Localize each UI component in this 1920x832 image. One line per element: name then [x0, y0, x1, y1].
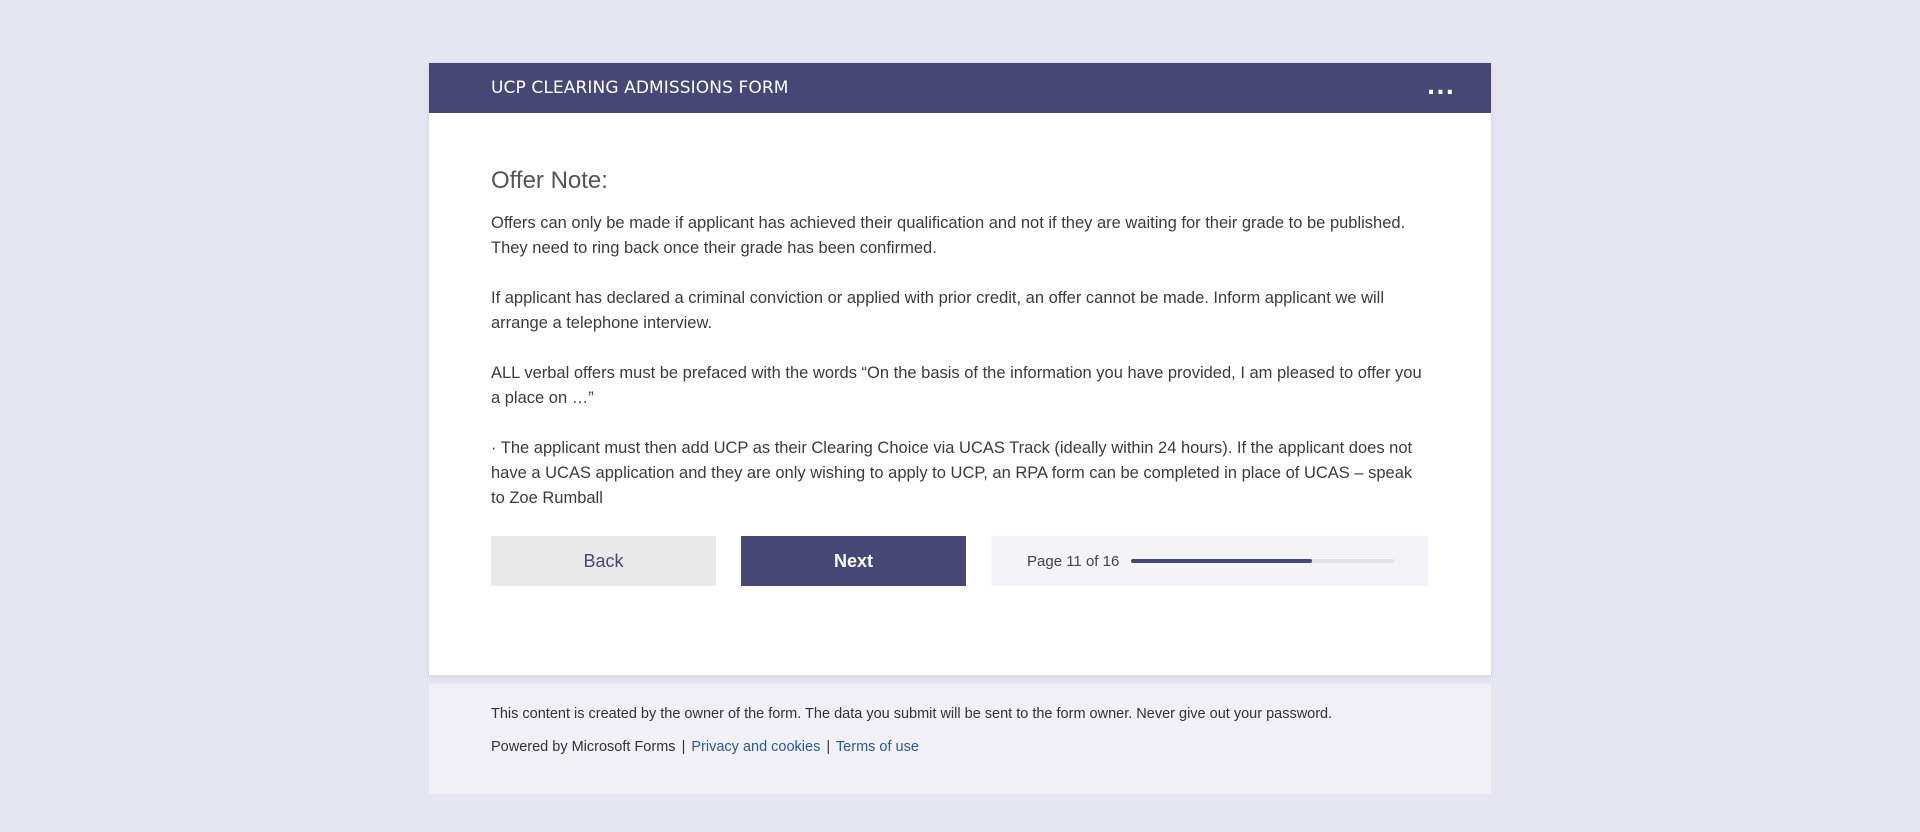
offer-note-paragraph: Offers can only be made if applicant has…	[491, 214, 1406, 257]
form-card: UCP CLEARING ADMISSIONS FORM ... Offer N…	[429, 63, 1491, 675]
footer-separator: |	[681, 739, 686, 755]
footer-notice: This content is created by the owner of …	[491, 706, 1333, 722]
offer-note-paragraph: If applicant has declared a criminal con…	[491, 289, 1384, 332]
form-title: UCP CLEARING ADMISSIONS FORM	[491, 78, 789, 98]
offer-note-paragraph: · The applicant must then add UCP as the…	[491, 439, 1413, 507]
section-title: Offer Note:	[491, 167, 608, 194]
footer-links: Powered by Microsoft Forms | Privacy and…	[491, 739, 1429, 755]
more-options-icon[interactable]: ...	[1427, 77, 1455, 99]
powered-by-text: Powered by Microsoft Forms	[491, 739, 676, 755]
form-footer: This content is created by the owner of …	[429, 684, 1491, 794]
next-button[interactable]: Next	[741, 536, 966, 586]
page-indicator: Page 11 of 16	[1027, 552, 1120, 570]
navigation-row: Back Next Page 11 of 16	[491, 536, 1429, 586]
form-header: UCP CLEARING ADMISSIONS FORM ...	[429, 63, 1491, 113]
privacy-link[interactable]: Privacy and cookies	[691, 739, 820, 755]
progress-track	[1131, 559, 1395, 563]
page-progress: Page 11 of 16	[991, 536, 1428, 586]
terms-link[interactable]: Terms of use	[836, 739, 919, 755]
back-button[interactable]: Back	[491, 536, 716, 586]
progress-fill	[1131, 559, 1313, 563]
footer-separator: |	[826, 739, 831, 755]
form-content: Offer Note: Offers can only be made if a…	[429, 113, 1491, 586]
offer-note-paragraph: ALL verbal offers must be prefaced with …	[491, 364, 1422, 407]
